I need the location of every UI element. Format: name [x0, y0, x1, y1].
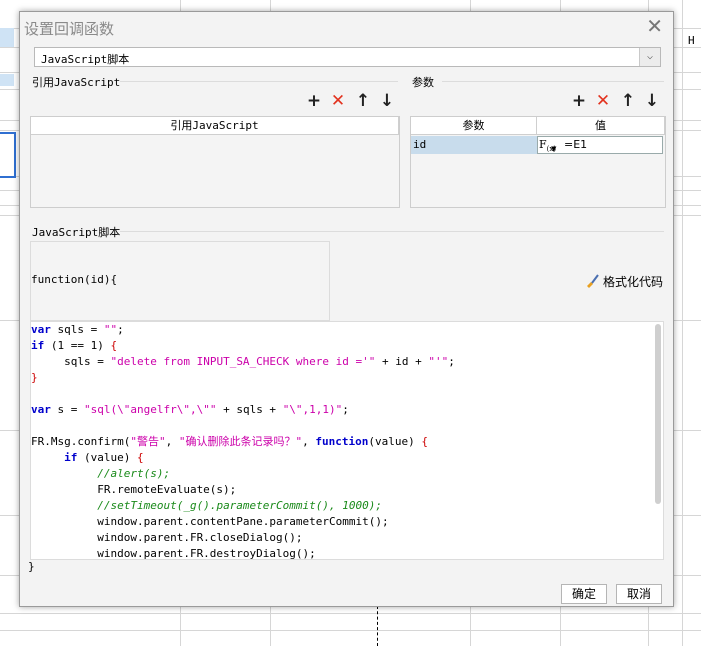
closing-brace: }	[28, 560, 35, 573]
param-value-text: =E1	[564, 138, 588, 151]
brush-icon	[585, 274, 599, 288]
close-icon[interactable]: ✕	[646, 15, 663, 37]
params-header-value[interactable]: 值	[537, 117, 665, 135]
add-icon[interactable]: +	[306, 92, 322, 110]
code-line: if (1 == 1) {	[31, 339, 118, 352]
code-lines: var sqls = ""; if (1 == 1) { sqls = "dele…	[31, 322, 455, 560]
move-down-icon[interactable]: ↓	[379, 92, 395, 110]
param-name-cell[interactable]: id	[411, 136, 537, 154]
page-break-line	[377, 606, 378, 646]
ok-button[interactable]: 确定	[561, 584, 607, 604]
format-code-button[interactable]: 格式化代码	[585, 273, 663, 290]
dialog-titlebar[interactable]: 设置回调函数 ✕	[20, 12, 673, 42]
add-icon[interactable]: +	[571, 92, 587, 110]
ref-js-toolbar: + ✕ ↑ ↓	[306, 92, 398, 110]
ref-js-section-label: 引用JavaScript	[32, 76, 121, 89]
params-toolbar: + ✕ ↑ ↓	[571, 92, 663, 110]
sheet-cell	[0, 28, 14, 47]
move-up-icon[interactable]: ↑	[620, 92, 636, 110]
callback-dialog: 设置回调函数 ✕ JavaScript脚本 ⌵ 引用JavaScript + ✕…	[19, 11, 674, 607]
script-type-select[interactable]: JavaScript脚本 ⌵	[34, 47, 661, 67]
divider	[120, 231, 664, 232]
delete-icon[interactable]: ✕	[595, 92, 611, 110]
function-signature-box: function(id){	[30, 241, 330, 321]
code-line: //setTimeout(_g().parameterCommit(), 100…	[97, 499, 383, 512]
code-line: window.parent.FR.closeDialog();	[31, 531, 303, 544]
format-code-label: 格式化代码	[603, 275, 664, 289]
params-table[interactable]: 参数 值 id F(x) ▼ =E1	[410, 116, 666, 208]
code-line: sqls = "delete from INPUT_SA_CHECK where…	[31, 355, 455, 368]
ref-js-column-header[interactable]: 引用JavaScript	[31, 117, 399, 135]
chevron-down-icon[interactable]: ⌵	[639, 48, 660, 66]
cancel-button[interactable]: 取消	[616, 584, 662, 604]
move-down-icon[interactable]: ↓	[644, 92, 660, 110]
code-line: if (value) {	[64, 451, 144, 464]
dialog-title: 设置回调函数	[24, 20, 115, 38]
column-header-h[interactable]: H	[688, 34, 695, 47]
code-line: }	[31, 371, 38, 384]
param-value-cell[interactable]: F(x) ▼ =E1	[537, 136, 663, 154]
move-up-icon[interactable]: ↑	[355, 92, 371, 110]
caret-down-icon[interactable]: ▼	[551, 145, 556, 153]
code-line: window.parent.FR.destroyDialog();	[31, 547, 316, 560]
code-line: window.parent.contentPane.parameterCommi…	[31, 515, 389, 528]
code-line: var s = "sql(\"angelfr\",\"" + sqls + "\…	[31, 403, 349, 416]
code-line: FR.remoteEvaluate(s);	[31, 483, 237, 496]
divider	[120, 81, 398, 82]
ref-js-table[interactable]: 引用JavaScript	[30, 116, 400, 208]
code-line: //alert(s);	[97, 467, 171, 480]
sheet-selection	[0, 132, 16, 178]
function-signature: function(id){	[31, 273, 118, 286]
params-section-label: 参数	[412, 76, 434, 89]
delete-icon[interactable]: ✕	[330, 92, 346, 110]
script-section-label: JavaScript脚本	[32, 226, 121, 239]
params-header-name[interactable]: 参数	[411, 117, 537, 135]
code-editor[interactable]: var sqls = ""; if (1 == 1) { sqls = "dele…	[30, 321, 664, 560]
sheet-cell	[0, 74, 14, 86]
script-type-value: JavaScript脚本	[41, 53, 130, 66]
code-line: FR.Msg.confirm("警告", "确认删除此条记录吗？", funct…	[31, 435, 428, 448]
vertical-scrollbar[interactable]	[655, 324, 661, 504]
code-line: var sqls = "";	[31, 323, 124, 336]
divider	[442, 81, 664, 82]
